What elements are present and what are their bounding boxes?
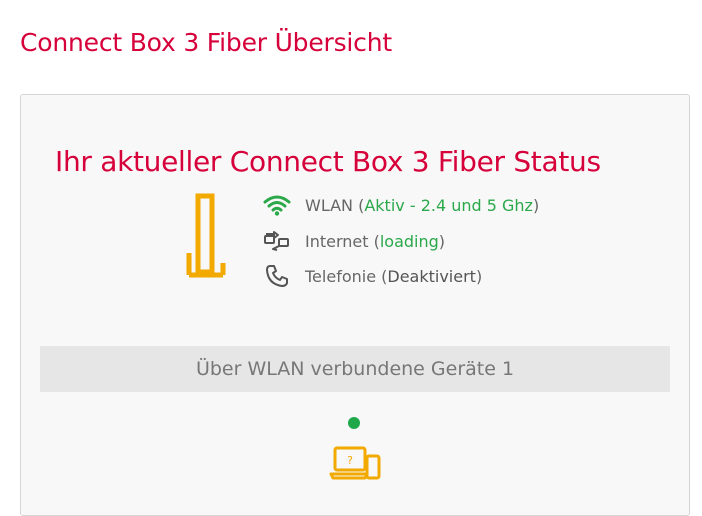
router-icon (186, 193, 226, 278)
devices-icon[interactable]: ? (329, 445, 383, 485)
internet-icon (263, 229, 291, 253)
page-title: Connect Box 3 Fiber Übersicht (20, 28, 392, 57)
connected-devices-label: Über WLAN verbundene Geräte 1 (195, 358, 515, 380)
status-row-internet: Internet (loading) (263, 229, 445, 253)
telefonie-value: Deaktiviert (387, 266, 476, 286)
wlan-label: WLAN (305, 195, 354, 215)
internet-label: Internet (305, 231, 369, 251)
status-panel: Ihr aktueller Connect Box 3 Fiber Status… (20, 94, 690, 516)
status-row-wlan: WLAN (Aktiv - 2.4 und 5 Ghz) (263, 193, 539, 217)
phone-icon (263, 264, 291, 288)
connected-devices-bar[interactable]: Über WLAN verbundene Geräte 1 (40, 346, 670, 392)
device-status-dot (348, 417, 360, 429)
wifi-icon (263, 193, 291, 217)
status-row-telefonie: Telefonie (Deaktiviert) (263, 264, 482, 288)
telefonie-label: Telefonie (305, 266, 377, 286)
svg-text:?: ? (347, 454, 353, 467)
wlan-value: Aktiv - 2.4 und 5 Ghz (364, 195, 533, 215)
internet-value: loading (379, 231, 439, 251)
status-heading: Ihr aktueller Connect Box 3 Fiber Status (55, 145, 601, 178)
